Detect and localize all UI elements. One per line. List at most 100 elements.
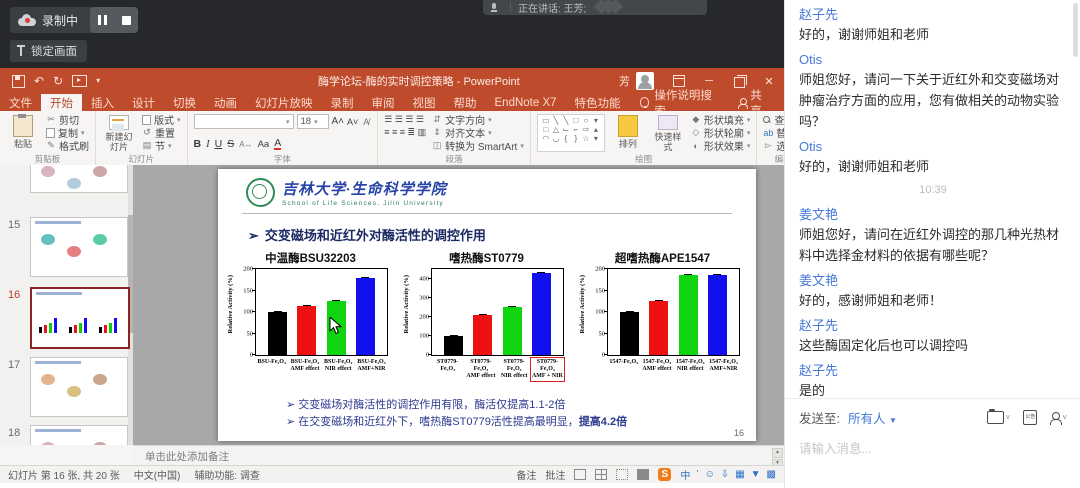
bar-4 [356, 278, 375, 355]
lock-screen-button[interactable]: 锁定画面 [10, 40, 87, 62]
notes-pane[interactable]: 单击此处添加备注 ▲▼ [133, 445, 784, 466]
layout-button[interactable]: 版式 ▾ [142, 114, 181, 125]
account-avatar[interactable] [636, 72, 654, 90]
align-buttons[interactable]: ≡ ≡ ≡ ≣ ▥ [384, 127, 426, 138]
strikethrough-button[interactable]: S [227, 138, 234, 150]
ime-keyboard-icon[interactable]: ▦ [735, 469, 744, 480]
shape-outline-button[interactable]: ◇形状轮廓 ▾ [691, 127, 751, 138]
ime-mode-indicator[interactable]: 中 [680, 467, 690, 482]
list-buttons[interactable]: ☰ ☰ ☰ ☰ [384, 114, 426, 125]
ime-toolbox-icon[interactable]: ▩ [767, 469, 776, 480]
sogou-ime-icon[interactable]: S [658, 468, 671, 481]
quick-styles-button[interactable]: 快速样式 [651, 114, 685, 152]
format-painter-button[interactable]: ✎格式刷 [46, 140, 89, 151]
chat-message-text: 好的，谢谢师姐和老师 [799, 156, 1067, 177]
file-share-button[interactable]: ˅ [987, 411, 1011, 424]
slideshow-view-icon[interactable] [637, 469, 649, 480]
ribbon-tab-视图[interactable]: 视图 [404, 94, 445, 111]
ribbon-tab-动画[interactable]: 动画 [205, 94, 246, 111]
slide-thumbnail-18[interactable] [30, 425, 128, 445]
ribbon-tab-特色功能[interactable]: 特色功能 [566, 94, 630, 111]
ribbon-tab-设计[interactable]: 设计 [123, 94, 164, 111]
x-tick-line: ST0779-Fe₃O₄ [464, 359, 497, 373]
stop-recording-button[interactable] [114, 7, 138, 33]
slide-16[interactable]: 吉林大学·生命科学学院 School of Life Sciences, Jil… [218, 169, 756, 441]
font-size-select[interactable]: 18▾ [297, 114, 329, 129]
grow-font-button[interactable]: A˄ [332, 116, 345, 127]
start-slideshow-icon[interactable] [72, 75, 87, 87]
x-tick-label: BSU-Fe₃O₄ [255, 358, 288, 374]
message-input[interactable]: 请输入消息... [799, 438, 1067, 457]
copy-button[interactable]: 复制 ▾ [46, 127, 89, 138]
ribbon-tab-录制[interactable]: 录制 [322, 94, 363, 111]
tell-me-search[interactable]: 操作说明搜索 [630, 94, 725, 111]
ribbon-tab-文件[interactable]: 文件 [0, 94, 41, 111]
redo-icon[interactable]: ↻ [53, 75, 63, 87]
pin-icon [16, 45, 26, 57]
notes-toggle-button[interactable]: 备注 [516, 467, 536, 482]
slide-sorter-view-icon[interactable] [595, 469, 607, 480]
underline-button[interactable]: U [215, 138, 223, 150]
new-slide-button[interactable]: 新建幻灯片 [102, 114, 136, 152]
pause-recording-button[interactable] [90, 7, 114, 33]
slide-thumbnail-17[interactable] [30, 357, 128, 417]
paste-button[interactable]: 粘贴 [6, 114, 40, 152]
x-tick-line: 1547-Fe₃O₄ [607, 359, 640, 366]
university-logo-icon [246, 178, 275, 207]
divider [510, 3, 511, 12]
text-direction-button[interactable]: ⇵文字方向 ▾ [432, 114, 524, 125]
cut-button[interactable]: ✂剪切 [46, 114, 89, 125]
ribbon-tab-插入[interactable]: 插入 [82, 94, 123, 111]
slide-thumbnail-partial[interactable] [30, 165, 128, 193]
save-icon[interactable] [12, 75, 25, 88]
error-bar [479, 314, 487, 317]
ribbon-tab-开始[interactable]: 开始 [41, 94, 82, 111]
normal-view-icon[interactable] [574, 469, 586, 480]
ribbon-tab-帮助[interactable]: 帮助 [445, 94, 486, 111]
ime-toolbar[interactable]: 中 ’ ☺ ⇩ ▦ ▼ ▩ [680, 467, 776, 482]
shape-effects-button[interactable]: ◐形状效果 ▾ [691, 140, 751, 151]
send-to-dropdown[interactable]: 所有人 ▼ [848, 408, 897, 427]
language-indicator[interactable]: 中文(中国) [134, 467, 181, 482]
section-button[interactable]: ▤节 ▾ [142, 140, 181, 151]
ime-mic-icon[interactable]: ⇩ [721, 469, 729, 480]
shapes-gallery[interactable]: ▭╲╲□○▾ □△⌙⌐⇨▴ ◠◡{}☆▾ [537, 114, 605, 152]
slide-thumbnail-16[interactable] [30, 287, 130, 349]
slide-canvas[interactable]: 吉林大学·生命科学学院 School of Life Sciences, Jil… [133, 165, 784, 445]
error-bar [332, 300, 340, 303]
smartart-button[interactable]: ◫转换为 SmartArt ▾ [432, 140, 524, 151]
ime-punct-icon[interactable]: ’ [696, 469, 698, 480]
font-name-select[interactable]: ▾ [194, 114, 294, 129]
undo-icon[interactable]: ↶ [34, 75, 44, 87]
bold-button[interactable]: B [194, 138, 202, 150]
ribbon-tab-切换[interactable]: 切换 [164, 94, 205, 111]
accessibility-checker[interactable]: 辅助功能: 调查 [194, 467, 260, 482]
font-color-button[interactable]: A [274, 139, 281, 150]
ime-emoji-icon[interactable]: ☺ [705, 469, 715, 480]
arrange-button[interactable]: 排列 [611, 114, 645, 152]
reading-view-icon[interactable] [616, 469, 628, 480]
ribbon-tab-EndNote X7[interactable]: EndNote X7 [486, 94, 566, 111]
clear-format-icon[interactable]: A̸ [361, 117, 371, 127]
share-button[interactable]: 共享 [724, 94, 784, 111]
customize-qat-chevron-icon[interactable]: ▾ [96, 75, 100, 87]
ribbon-tab-审阅[interactable]: 审阅 [363, 94, 404, 111]
cloud-record-icon [18, 14, 36, 26]
header-divider [242, 213, 732, 214]
align-text-button[interactable]: ⇕对齐文本 ▾ [432, 127, 524, 138]
chat-scrollbar[interactable] [1073, 3, 1078, 57]
slide-thumbnail-15[interactable] [30, 217, 128, 277]
char-spacing-button[interactable]: A↔ [239, 140, 252, 149]
shape-fill-button[interactable]: ◆形状填充 ▾ [691, 114, 751, 125]
bar-chart-1: 中温酶BSU32203Relative Activity (%)05010015… [225, 251, 396, 393]
shrink-font-button[interactable]: A˅ [347, 117, 358, 127]
ime-skin-icon[interactable]: ▼ [751, 469, 761, 480]
member-button[interactable]: ˅ [1050, 412, 1067, 424]
reset-button[interactable]: ↺重置 [142, 127, 181, 138]
ribbon-tab-幻灯片放映[interactable]: 幻灯片放映 [246, 94, 322, 111]
announcement-button[interactable]: 公告 [1023, 410, 1037, 425]
change-case-button[interactable]: Aa [258, 139, 270, 150]
comments-toggle-button[interactable]: 批注 [545, 467, 565, 482]
y-tick-label: 200 [419, 313, 432, 320]
italic-button[interactable]: I [206, 139, 210, 150]
